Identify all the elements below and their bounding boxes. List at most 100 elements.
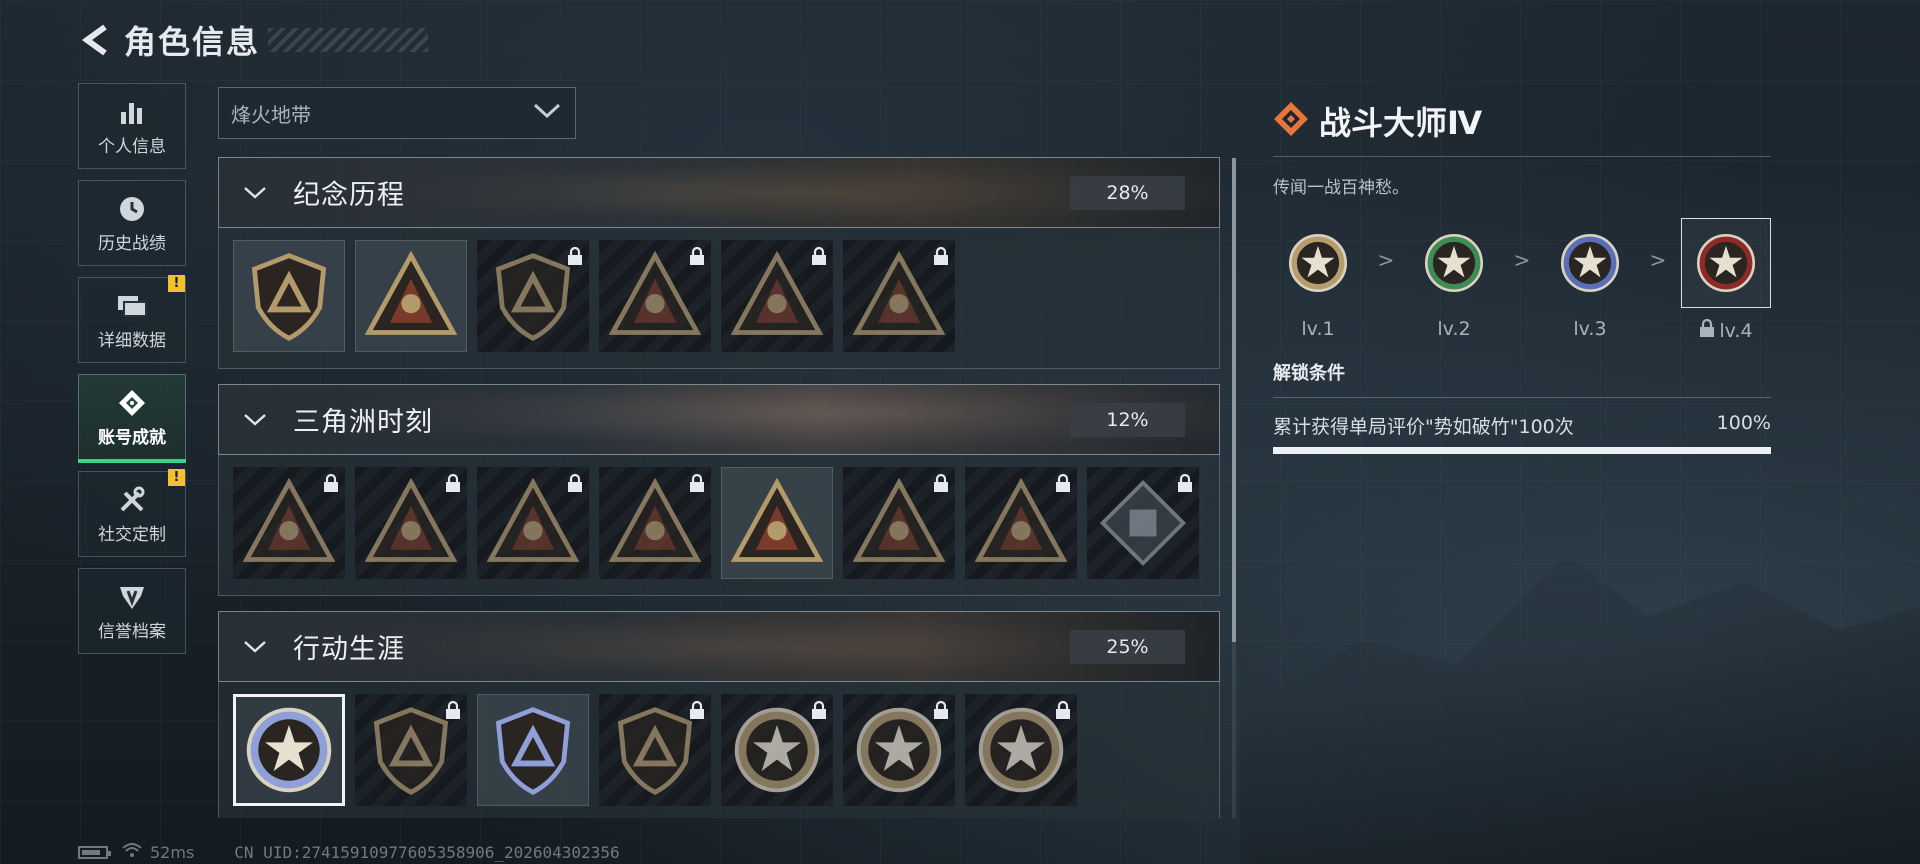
lock-icon — [1178, 473, 1192, 492]
sidebar-item-social[interactable]: ! 社交定制 — [78, 469, 186, 557]
condition-progress-bar — [1273, 447, 1771, 454]
list-scrollbar[interactable] — [1232, 158, 1236, 818]
tools-icon — [115, 484, 149, 516]
sidebar-item-label: 历史战绩 — [98, 233, 166, 254]
level-emblem-icon — [1696, 233, 1755, 293]
level-badge[interactable] — [1273, 218, 1363, 308]
achievement-badge[interactable] — [721, 467, 833, 579]
achievement-badge[interactable] — [355, 240, 467, 352]
achievement-badge[interactable] — [233, 240, 345, 352]
sidebar-item-history[interactable]: 历史战绩 — [78, 180, 186, 266]
sidebar-item-details[interactable]: ! 详细数据 — [78, 275, 186, 363]
achievement-badge[interactable] — [355, 694, 467, 806]
triangle-shield-badge-icon — [251, 253, 327, 341]
squad-triangle-badge-icon — [730, 477, 824, 562]
section-header[interactable]: 纪念历程 28% — [218, 157, 1220, 228]
wifi-icon — [122, 842, 142, 862]
achievement-badge[interactable] — [599, 467, 711, 579]
lock-icon — [934, 700, 948, 719]
sidebar-item-personal-info[interactable]: 个人信息 — [78, 83, 186, 169]
detail-description: 传闻一战百神愁。 — [1273, 178, 1409, 198]
achievement-badge[interactable] — [477, 694, 589, 806]
achievement-badge[interactable] — [721, 240, 833, 352]
level-arrow: > — [1513, 248, 1531, 272]
lock-icon — [324, 473, 338, 492]
battery-icon — [78, 845, 111, 859]
sidebar-item-credit[interactable]: 信誉档案 — [78, 568, 186, 654]
section-header[interactable]: 三角洲时刻 12% — [218, 384, 1220, 455]
achievement-badge[interactable] — [843, 467, 955, 579]
level-badge[interactable] — [1680, 218, 1771, 308]
achievement-badge[interactable] — [233, 694, 345, 806]
lock-icon — [690, 246, 704, 265]
achievement-badge[interactable] — [599, 240, 711, 352]
lock-icon — [812, 700, 826, 719]
badge-grid — [218, 455, 1220, 596]
condition-progress: 100% — [1716, 412, 1771, 434]
bar-chart-icon — [115, 96, 149, 128]
level-item: lv.3 — [1545, 218, 1635, 340]
chevron-down-icon — [241, 633, 269, 661]
sidebar-item-label: 信誉档案 — [98, 621, 166, 642]
lock-icon — [690, 700, 704, 719]
status-bar: 52ms CN UID:27415910977605358906_2026043… — [78, 842, 620, 862]
mode-select-dropdown[interactable]: 烽火地带 — [218, 87, 576, 139]
level-track: lv.1 > lv.2 > lv.3 > lv.4 — [1273, 218, 1771, 343]
achievement-icon — [115, 387, 149, 419]
section-header[interactable]: 行动生涯 25% — [218, 611, 1220, 682]
sidebar-item-label: 详细数据 — [98, 330, 166, 351]
achievement-badge[interactable] — [233, 467, 345, 579]
section-title: 行动生涯 — [293, 634, 405, 665]
lock-icon — [568, 473, 582, 492]
level-badge[interactable] — [1545, 218, 1635, 308]
chevron-down-icon — [241, 406, 269, 434]
achievement-section: 三角洲时刻 12% — [218, 384, 1220, 596]
divider — [1273, 397, 1771, 398]
sidebar-item-achievements[interactable]: 账号成就 — [78, 374, 186, 463]
badge-grid — [218, 682, 1220, 818]
lock-icon — [934, 246, 948, 265]
page-title: 角色信息 — [124, 23, 261, 61]
background-mountain — [1240, 554, 1920, 864]
mode-select-value: 烽火地带 — [231, 102, 311, 127]
level-arrow: > — [1649, 248, 1667, 272]
star-round-badge-icon — [246, 707, 332, 793]
warning-badge: ! — [168, 469, 185, 486]
achievement-badge[interactable] — [965, 694, 1077, 806]
chevron-down-icon — [241, 179, 269, 207]
level-arrow: > — [1377, 248, 1395, 272]
section-progress: 12% — [1070, 403, 1185, 437]
detail-title: 战斗大师Ⅳ — [1319, 104, 1483, 142]
credit-icon — [115, 581, 149, 613]
achievement-badge[interactable] — [477, 240, 589, 352]
scrollbar-thumb[interactable] — [1232, 158, 1236, 642]
lock-icon — [934, 473, 948, 492]
achievement-badge[interactable] — [477, 467, 589, 579]
achievement-badge[interactable] — [355, 467, 467, 579]
achievement-badge[interactable] — [843, 694, 955, 806]
wings-shield-badge-icon — [495, 707, 571, 795]
level-item: lv.4 — [1680, 218, 1771, 343]
sidebar-item-label: 个人信息 — [98, 136, 166, 157]
lock-icon — [812, 246, 826, 265]
achievement-badge[interactable] — [965, 467, 1077, 579]
achievement-badge[interactable] — [599, 694, 711, 806]
achievement-badge[interactable] — [721, 694, 833, 806]
achievement-detail-panel: 战斗大师Ⅳ 传闻一战百神愁。 lv.1 > lv.2 > lv.3 > lv.4… — [1273, 96, 1771, 454]
back-arrow-icon[interactable] — [78, 22, 114, 58]
sidebar-item-label: 社交定制 — [98, 524, 166, 545]
level-label: lv.2 — [1437, 318, 1471, 340]
level-badge[interactable] — [1409, 218, 1499, 308]
unlock-condition-row: 累计获得单局评价"势如破竹"100次 100% — [1273, 412, 1771, 439]
achievement-section: 纪念历程 28% — [218, 157, 1220, 369]
unlock-condition-title: 解锁条件 — [1273, 363, 1345, 384]
achievement-badge[interactable] — [1087, 467, 1199, 579]
page-header: 角色信息 — [78, 18, 429, 62]
warning-badge: ! — [168, 275, 185, 292]
level-label: lv.3 — [1573, 318, 1607, 340]
level-label: lv.4 — [1699, 318, 1753, 343]
lock-icon — [690, 473, 704, 492]
level-label: lv.1 — [1301, 318, 1335, 340]
user-uid: CN UID:27415910977605358906_202604302356 — [234, 842, 620, 862]
achievement-badge[interactable] — [843, 240, 955, 352]
